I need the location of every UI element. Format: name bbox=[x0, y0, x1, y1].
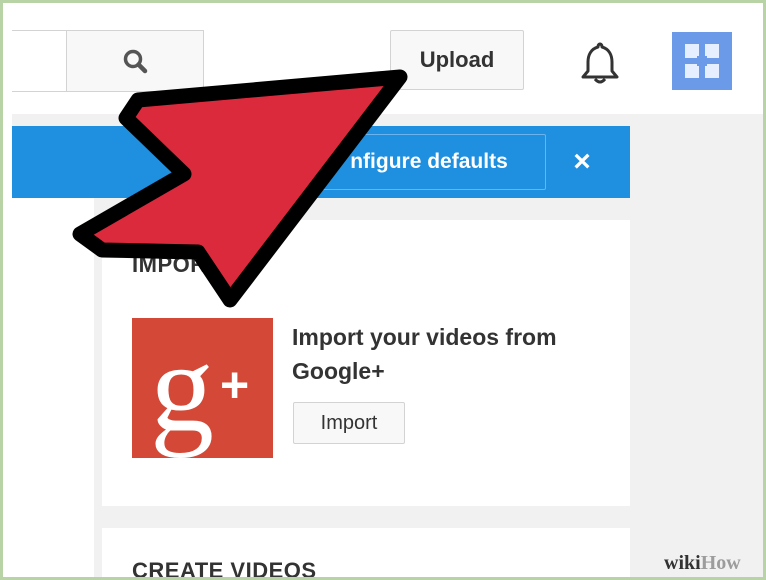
upload-button[interactable]: Upload bbox=[390, 30, 524, 90]
close-icon[interactable]: × bbox=[562, 140, 602, 184]
sidebar bbox=[12, 198, 94, 577]
bell-icon[interactable] bbox=[578, 40, 622, 86]
card-title: CREATE VIDEOS bbox=[132, 558, 317, 577]
account-avatar-icon[interactable] bbox=[672, 32, 732, 90]
search-icon bbox=[123, 49, 148, 74]
wikihow-watermark: wikiHow bbox=[664, 552, 741, 574]
import-videos-card: IMPOR EOS g + Import your videos from Go… bbox=[102, 220, 630, 506]
page: Upload nfigure defaults × IMPOR EOS g + bbox=[12, 10, 763, 577]
google-plus-logo: g + bbox=[132, 316, 273, 458]
search-input[interactable] bbox=[12, 30, 66, 92]
svg-text:g: g bbox=[150, 318, 214, 458]
info-banner: nfigure defaults × bbox=[12, 126, 630, 198]
card-title: IMPOR EOS bbox=[132, 252, 262, 277]
import-button[interactable]: Import bbox=[293, 402, 405, 444]
svg-text:+: + bbox=[220, 357, 249, 413]
create-videos-card: CREATE VIDEOS bbox=[102, 528, 630, 577]
configure-defaults-button[interactable]: nfigure defaults bbox=[312, 134, 546, 190]
header: Upload bbox=[12, 10, 763, 114]
search-button[interactable] bbox=[66, 30, 204, 92]
import-description: Import your videos from Google+ bbox=[292, 324, 557, 384]
